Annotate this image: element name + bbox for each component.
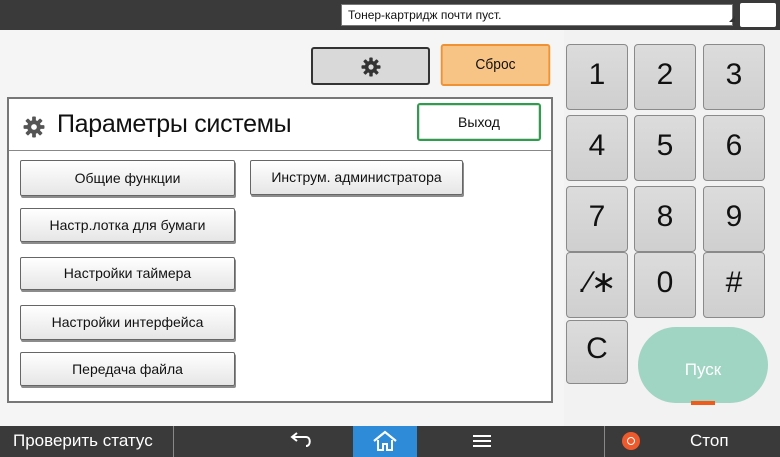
check-status-button[interactable]: Проверить статус — [0, 426, 174, 457]
timer-settings-button[interactable]: Настройки таймера — [20, 257, 235, 290]
key-0[interactable]: 0 — [634, 252, 696, 318]
key-8[interactable]: 8 — [634, 186, 696, 252]
panel-title: Параметры системы — [57, 110, 292, 138]
energy-saver-button[interactable] — [740, 3, 776, 27]
key-dot-star[interactable]: .∕∗ — [566, 252, 628, 318]
settings-button[interactable] — [311, 47, 430, 85]
stop-button[interactable]: Стоп — [690, 426, 729, 456]
key-9[interactable]: 9 — [703, 186, 765, 252]
home-button[interactable] — [353, 426, 417, 457]
status-message: Тонер-картридж почти пуст. — [341, 4, 733, 26]
key-6[interactable]: 6 — [703, 115, 765, 181]
moon-icon — [752, 7, 760, 23]
key-5[interactable]: 5 — [634, 115, 696, 181]
reset-button[interactable]: Сброс — [440, 44, 551, 86]
bottom-divider — [604, 426, 605, 457]
general-features-button[interactable]: Общие функции — [20, 160, 235, 196]
panel-divider — [9, 150, 551, 151]
gear-icon — [361, 57, 381, 77]
key-clear[interactable]: C — [566, 320, 628, 384]
interface-settings-button[interactable]: Настройки интерфейса — [20, 305, 235, 340]
key-4[interactable]: 4 — [566, 115, 628, 181]
key-2[interactable]: 2 — [634, 44, 696, 110]
key-hash[interactable]: # — [703, 252, 765, 318]
exit-button[interactable]: Выход — [417, 103, 541, 141]
file-transfer-button[interactable]: Передача файла — [20, 352, 235, 386]
back-icon[interactable] — [284, 430, 316, 454]
administrator-tools-button[interactable]: Инструм. администратора — [250, 160, 463, 195]
start-indicator-led — [691, 401, 715, 405]
gear-icon — [23, 116, 45, 138]
stop-icon[interactable] — [622, 432, 640, 450]
start-button[interactable]: Пуск — [638, 327, 768, 403]
key-1[interactable]: 1 — [566, 44, 628, 110]
key-3[interactable]: 3 — [703, 44, 765, 110]
tray-paper-settings-button[interactable]: Настр.лотка для бумаги — [20, 208, 235, 242]
home-icon — [373, 430, 397, 451]
status-expand-icon[interactable] — [729, 16, 735, 22]
key-7[interactable]: 7 — [566, 186, 628, 252]
menu-icon[interactable] — [473, 434, 491, 448]
